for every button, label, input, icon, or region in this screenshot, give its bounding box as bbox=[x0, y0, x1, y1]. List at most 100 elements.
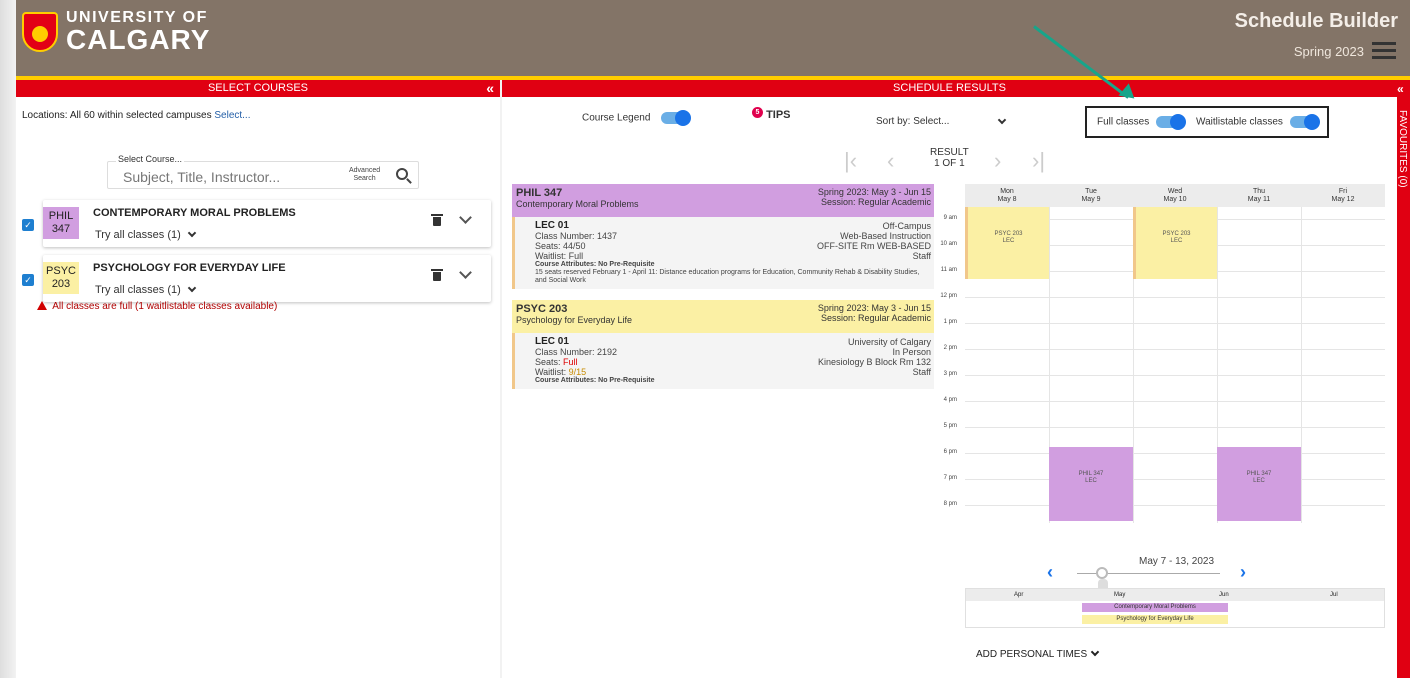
try-all-label: Try all classes (1) bbox=[95, 229, 181, 241]
event-type: LEC bbox=[1085, 478, 1097, 484]
event-code: PSYC 203 bbox=[1162, 231, 1191, 237]
waitlist-label: Waitlist: bbox=[535, 367, 569, 377]
event-code: PSYC 203 bbox=[994, 231, 1023, 237]
try-all-classes-dropdown[interactable]: Try all classes (1) bbox=[95, 228, 197, 241]
full-classes-warning: All classes are full (1 waitlistable cla… bbox=[37, 301, 277, 312]
calendar-event-psyc[interactable]: PSYC 203 LEC bbox=[965, 207, 1049, 279]
section-card-psyc[interactable]: PSYC 203 Psychology for Everyday Life Sp… bbox=[512, 300, 934, 389]
trash-icon[interactable] bbox=[431, 214, 443, 226]
course-card-phil: ✓ PHIL 347 CONTEMPORARY MORAL PROBLEMS T… bbox=[22, 200, 491, 247]
sort-chevron-down-icon[interactable] bbox=[997, 115, 1007, 125]
day-date: May 8 bbox=[997, 196, 1017, 203]
advanced-label-1: Advanced bbox=[349, 167, 381, 174]
locations-text: All 60 within selected campuses bbox=[69, 110, 212, 121]
course-code-badge: PSYC 203 bbox=[43, 262, 79, 294]
day-header-fri: Fri May 12 bbox=[1301, 188, 1385, 204]
search-icon[interactable] bbox=[396, 168, 408, 180]
first-page-icon[interactable]: |‹ bbox=[844, 148, 857, 174]
tips-button[interactable]: 5 TIPS bbox=[752, 107, 791, 121]
expand-chevron-icon[interactable] bbox=[459, 211, 472, 224]
day-header-mon: Mon May 8 bbox=[965, 188, 1049, 204]
add-personal-label: ADD PERSONAL TIMES bbox=[976, 649, 1088, 660]
course-search-field[interactable]: Select Course... Subject, Title, Instruc… bbox=[107, 154, 419, 189]
advanced-label-2: Search bbox=[353, 175, 376, 182]
instructor: Staff bbox=[912, 367, 931, 377]
last-page-icon[interactable]: ›| bbox=[1032, 148, 1045, 174]
tips-label: TIPS bbox=[766, 109, 791, 121]
trash-icon[interactable] bbox=[431, 269, 443, 281]
course-code-subject: PHIL bbox=[48, 210, 74, 222]
section-details: LEC 01 Class Number: 2192 Seats: Full Wa… bbox=[512, 333, 934, 389]
hour-label: 4 pm bbox=[943, 397, 957, 403]
collapse-left-icon[interactable]: « bbox=[486, 80, 494, 97]
month-label: Jul bbox=[1330, 592, 1338, 598]
hour-label: 10 am bbox=[940, 241, 957, 247]
locations-select-link[interactable]: Select... bbox=[214, 110, 250, 121]
search-legend: Select Course... bbox=[116, 154, 185, 164]
favourites-panel-toggle[interactable]: « FAVOURITES (0) bbox=[1397, 80, 1410, 678]
section-card-phil[interactable]: PHIL 347 Contemporary Moral Problems Spr… bbox=[512, 184, 934, 289]
timeline-bar-phil: Contemporary Moral Problems bbox=[1082, 603, 1228, 612]
calendar-event-phil[interactable]: PHIL 347 LEC bbox=[1049, 447, 1133, 521]
search-input[interactable]: Subject, Title, Instructor... bbox=[123, 169, 280, 185]
chevron-down-icon bbox=[187, 283, 197, 293]
waitlistable-label: Waitlistable classes bbox=[1196, 116, 1283, 128]
hour-label: 9 am bbox=[943, 215, 957, 221]
prev-week-icon[interactable]: ‹ bbox=[1047, 562, 1053, 583]
course-code-number: 347 bbox=[51, 223, 71, 235]
advanced-search-link[interactable]: Advanced Search bbox=[349, 167, 380, 183]
warning-icon bbox=[37, 301, 47, 310]
section-session: Session: Regular Academic bbox=[820, 313, 931, 323]
next-week-icon[interactable]: › bbox=[1240, 562, 1246, 583]
hour-label: 1 pm bbox=[943, 319, 957, 325]
crest-icon bbox=[22, 12, 58, 52]
grid-line bbox=[965, 323, 1385, 324]
sort-select[interactable]: Select... bbox=[913, 116, 949, 127]
course-checkbox[interactable]: ✓ bbox=[22, 274, 34, 286]
course-legend-label: Course Legend bbox=[582, 112, 651, 124]
section-header: PSYC 203 Psychology for Everyday Life Sp… bbox=[512, 300, 934, 333]
section-session: Session: Regular Academic bbox=[820, 197, 931, 207]
waitlistable-toggle[interactable] bbox=[1289, 114, 1320, 130]
add-personal-times-button[interactable]: ADD PERSONAL TIMES bbox=[976, 647, 1100, 660]
calendar-event-psyc[interactable]: PSYC 203 LEC bbox=[1133, 207, 1217, 279]
grid-line bbox=[965, 427, 1385, 428]
course-checkbox[interactable]: ✓ bbox=[22, 219, 34, 231]
expand-chevron-icon[interactable] bbox=[459, 266, 472, 279]
event-type: LEC bbox=[1002, 238, 1015, 244]
sort-by-control[interactable]: Sort by: Select... bbox=[876, 116, 949, 127]
day-name: Mon bbox=[1000, 188, 1014, 195]
term-selector[interactable]: Spring 2023 bbox=[1294, 44, 1364, 59]
next-page-icon[interactable]: › bbox=[994, 148, 1001, 174]
prev-page-icon[interactable]: ‹ bbox=[887, 148, 894, 174]
full-classes-toggle[interactable] bbox=[1156, 114, 1187, 130]
chevron-down-icon bbox=[1090, 647, 1100, 657]
select-courses-title: SELECT COURSES bbox=[207, 82, 309, 94]
try-all-classes-dropdown[interactable]: Try all classes (1) bbox=[95, 283, 197, 296]
day-header-tue: Tue May 9 bbox=[1049, 188, 1133, 204]
week-slider-handle[interactable] bbox=[1096, 567, 1108, 579]
full-classes-control: Full classes bbox=[1097, 114, 1187, 130]
grid-line bbox=[965, 349, 1385, 350]
university-logo[interactable]: UNIVERSITY OF CALGARY bbox=[22, 10, 210, 54]
location-1: University of Calgary bbox=[847, 337, 931, 347]
course-legend-toggle[interactable] bbox=[661, 110, 692, 126]
grid-line bbox=[965, 505, 1385, 506]
course-code-number: 203 bbox=[51, 278, 71, 290]
schedule-results-title: SCHEDULE RESULTS bbox=[893, 82, 1006, 94]
calendar-event-phil[interactable]: PHIL 347 LEC bbox=[1217, 447, 1301, 521]
calendar-day-headers: Mon May 8 Tue May 9 Wed May 10 Thu May 11 Fr… bbox=[965, 184, 1385, 207]
locations-label: Locations: bbox=[22, 110, 68, 121]
hamburger-menu-icon[interactable] bbox=[1372, 42, 1396, 60]
grid-line bbox=[965, 401, 1385, 402]
course-title: CONTEMPORARY MORAL PROBLEMS bbox=[93, 207, 296, 219]
result-counter: RESULT 1 OF 1 bbox=[930, 147, 969, 169]
result-value: 1 OF 1 bbox=[934, 158, 965, 169]
favourites-label: FAVOURITES (0) bbox=[1397, 110, 1408, 188]
left-edge bbox=[0, 0, 16, 678]
event-type: LEC bbox=[1170, 238, 1183, 244]
expand-favourites-icon[interactable]: « bbox=[1397, 82, 1404, 96]
day-header-thu: Thu May 11 bbox=[1217, 188, 1301, 204]
app-header: UNIVERSITY OF CALGARY Schedule Builder S… bbox=[0, 0, 1410, 76]
logo-line-2: CALGARY bbox=[66, 24, 211, 55]
